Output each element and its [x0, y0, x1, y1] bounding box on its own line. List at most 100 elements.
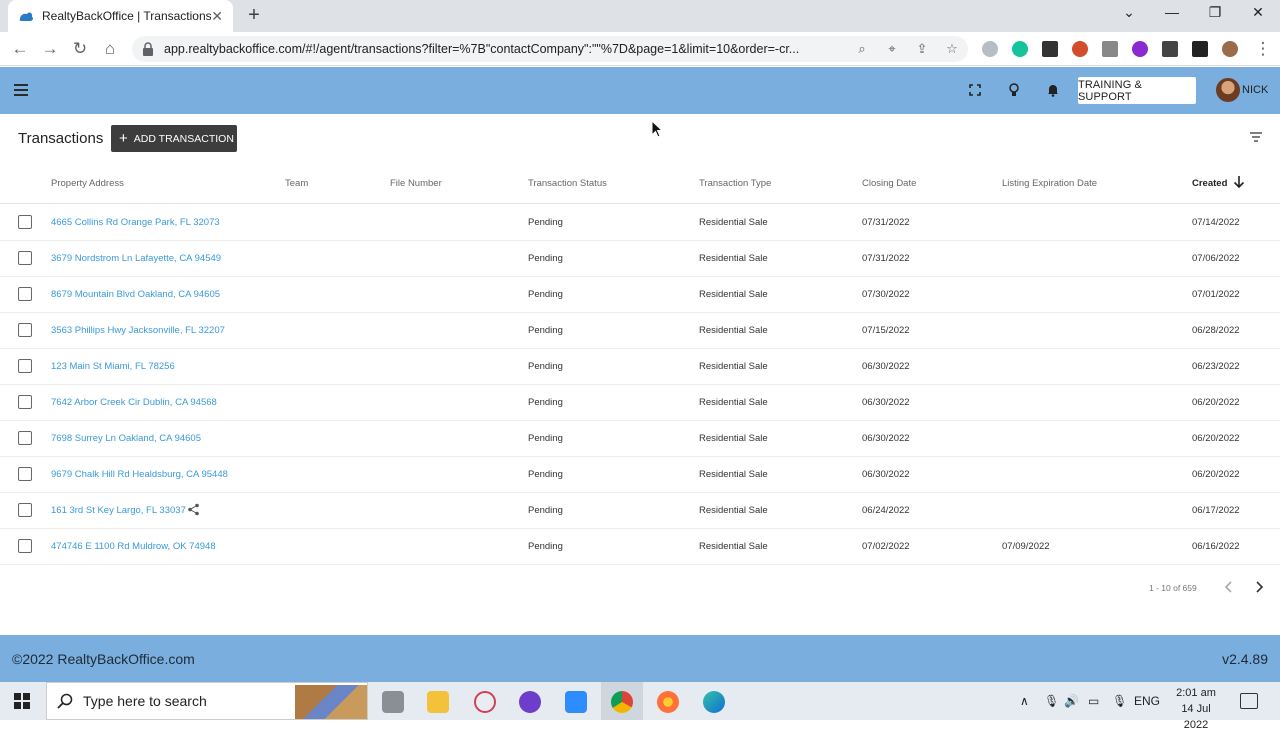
microphone-icon[interactable]: 🎙: [1044, 694, 1059, 708]
notification-center-icon[interactable]: [1240, 693, 1258, 709]
mic-tray-icon[interactable]: 🎙: [1112, 694, 1127, 708]
table-row[interactable]: 4665 Collins Rd Orange Park, FL 32073 Pe…: [0, 205, 1280, 241]
property-address-link[interactable]: 474746 E 1100 Rd Muldrow, OK 74948: [51, 541, 216, 552]
battery-icon[interactable]: ▭: [1088, 694, 1099, 708]
property-address-link[interactable]: 9679 Chalk Hill Rd Healdsburg, CA 95448: [51, 469, 228, 480]
forward-button[interactable]: →: [39, 38, 61, 60]
volume-icon[interactable]: 🔊: [1064, 694, 1079, 708]
table-row[interactable]: 3563 Phillips Hwy Jacksonville, FL 32207…: [0, 313, 1280, 349]
puzzle-extensions-icon[interactable]: [1162, 41, 1178, 57]
tray-overflow-icon[interactable]: ∧: [1020, 694, 1029, 708]
extension-icon[interactable]: [1132, 41, 1148, 57]
extension-icon[interactable]: [982, 41, 998, 57]
user-name[interactable]: NICK: [1242, 84, 1268, 96]
fullscreen-icon[interactable]: [966, 81, 984, 99]
status-cell: Pending: [528, 325, 563, 336]
property-address-link[interactable]: 8679 Mountain Blvd Oakland, CA 94605: [51, 289, 220, 300]
system-clock[interactable]: 2:01 am 14 Jul 2022: [1168, 685, 1224, 733]
close-window-button[interactable]: ✕: [1246, 4, 1270, 21]
maximize-button[interactable]: ❐: [1203, 4, 1227, 21]
filter-icon[interactable]: [1250, 132, 1262, 142]
row-checkbox[interactable]: [18, 287, 32, 301]
firefox-app-icon[interactable]: [657, 691, 679, 713]
created-date-cell: 07/01/2022: [1192, 289, 1240, 300]
training-support-button[interactable]: TRAINING & SUPPORT: [1078, 77, 1196, 104]
col-closing-date[interactable]: Closing Date: [862, 178, 916, 189]
profile-avatar[interactable]: [1222, 41, 1238, 57]
table-row[interactable]: 9679 Chalk Hill Rd Healdsburg, CA 95448 …: [0, 457, 1280, 493]
property-address-link[interactable]: 3563 Phillips Hwy Jacksonville, FL 32207: [51, 325, 225, 336]
reload-button[interactable]: ↻: [69, 38, 91, 60]
col-property-address[interactable]: Property Address: [51, 178, 124, 189]
lightbulb-icon[interactable]: [1005, 81, 1023, 99]
tab-search-chevron-icon[interactable]: ⌄: [1117, 4, 1141, 21]
col-listing-expiration[interactable]: Listing Expiration Date: [1002, 178, 1097, 189]
grammarly-extension-icon[interactable]: [1012, 41, 1028, 57]
add-transaction-button[interactable]: + ADD TRANSACTION: [111, 125, 237, 152]
minimize-button[interactable]: —: [1160, 4, 1184, 20]
table-row[interactable]: 161 3rd St Key Largo, FL 33037 Pending R…: [0, 493, 1280, 529]
chrome-app-icon[interactable]: [611, 691, 633, 713]
taskbar-app-icon[interactable]: [519, 691, 541, 713]
col-team[interactable]: Team: [285, 178, 308, 189]
zoom-app-icon[interactable]: [565, 691, 587, 713]
property-address-link[interactable]: 3679 Nordstrom Ln Lafayette, CA 94549: [51, 253, 221, 264]
row-checkbox[interactable]: [18, 323, 32, 337]
new-tab-button[interactable]: +: [244, 5, 264, 26]
property-address-link[interactable]: 4665 Collins Rd Orange Park, FL 32073: [51, 217, 220, 228]
file-explorer-icon[interactable]: [427, 691, 449, 713]
property-address-link[interactable]: 7698 Surrey Ln Oakland, CA 94605: [51, 433, 201, 444]
col-transaction-type[interactable]: Transaction Type: [699, 178, 771, 189]
tab-close-icon[interactable]: ✕: [211, 8, 223, 25]
col-file-number[interactable]: File Number: [390, 178, 442, 189]
chrome-menu-icon[interactable]: ⋮: [1252, 38, 1274, 60]
row-checkbox[interactable]: [18, 431, 32, 445]
share-icon[interactable]: [187, 503, 200, 516]
zoom-icon[interactable]: ⌕: [854, 41, 870, 57]
address-bar[interactable]: app.realtybackoffice.com/#!/agent/transa…: [132, 36, 968, 62]
table-row[interactable]: 474746 E 1100 Rd Muldrow, OK 74948 Pendi…: [0, 529, 1280, 565]
property-address-link[interactable]: 123 Main St Miami, FL 78256: [51, 361, 175, 372]
user-avatar[interactable]: [1216, 78, 1240, 102]
location-icon[interactable]: ⌖: [884, 41, 900, 57]
table-row[interactable]: 7698 Surrey Ln Oakland, CA 94605 Pending…: [0, 421, 1280, 457]
row-checkbox[interactable]: [18, 215, 32, 229]
hamburger-menu-icon[interactable]: [14, 84, 28, 96]
row-checkbox[interactable]: [18, 503, 32, 517]
sort-descending-icon[interactable]: [1233, 175, 1245, 189]
property-address-link[interactable]: 7642 Arbor Creek Cir Dublin, CA 94568: [51, 397, 217, 408]
status-cell: Pending: [528, 289, 563, 300]
input-language[interactable]: ENG: [1134, 694, 1160, 708]
type-cell: Residential Sale: [699, 361, 768, 372]
row-checkbox[interactable]: [18, 359, 32, 373]
row-checkbox[interactable]: [18, 467, 32, 481]
col-transaction-status[interactable]: Transaction Status: [528, 178, 607, 189]
browser-tab[interactable]: RealtyBackOffice | Transactions ✕: [8, 0, 233, 32]
row-checkbox[interactable]: [18, 395, 32, 409]
home-button[interactable]: ⌂: [99, 38, 121, 60]
table-row[interactable]: 7642 Arbor Creek Cir Dublin, CA 94568 Pe…: [0, 385, 1280, 421]
next-page-icon[interactable]: [1251, 579, 1267, 595]
col-created[interactable]: Created: [1192, 178, 1227, 189]
bookmark-star-icon[interactable]: ☆: [944, 41, 960, 57]
windows-start-icon[interactable]: [14, 693, 30, 709]
share-page-icon[interactable]: ⇪: [914, 41, 930, 57]
extension-icon[interactable]: [1072, 41, 1088, 57]
taskbar-app-icon[interactable]: [382, 691, 404, 713]
taskbar-app-icon[interactable]: [474, 691, 496, 713]
created-date-cell: 06/23/2022: [1192, 361, 1240, 372]
table-row[interactable]: 3679 Nordstrom Ln Lafayette, CA 94549 Pe…: [0, 241, 1280, 277]
prev-page-icon[interactable]: [1221, 579, 1237, 595]
property-address-link[interactable]: 161 3rd St Key Largo, FL 33037: [51, 505, 186, 516]
edge-app-icon[interactable]: [703, 691, 725, 713]
bell-icon[interactable]: [1044, 81, 1062, 99]
table-row[interactable]: 8679 Mountain Blvd Oakland, CA 94605 Pen…: [0, 277, 1280, 313]
back-button[interactable]: ←: [9, 38, 31, 60]
row-checkbox[interactable]: [18, 251, 32, 265]
extension-icon[interactable]: [1042, 41, 1058, 57]
taskbar-search-box[interactable]: Type here to search: [46, 682, 368, 720]
row-checkbox[interactable]: [18, 539, 32, 553]
side-panel-icon[interactable]: [1192, 41, 1208, 57]
pen-extension-icon[interactable]: [1102, 41, 1118, 57]
table-row[interactable]: 123 Main St Miami, FL 78256 Pending Resi…: [0, 349, 1280, 385]
